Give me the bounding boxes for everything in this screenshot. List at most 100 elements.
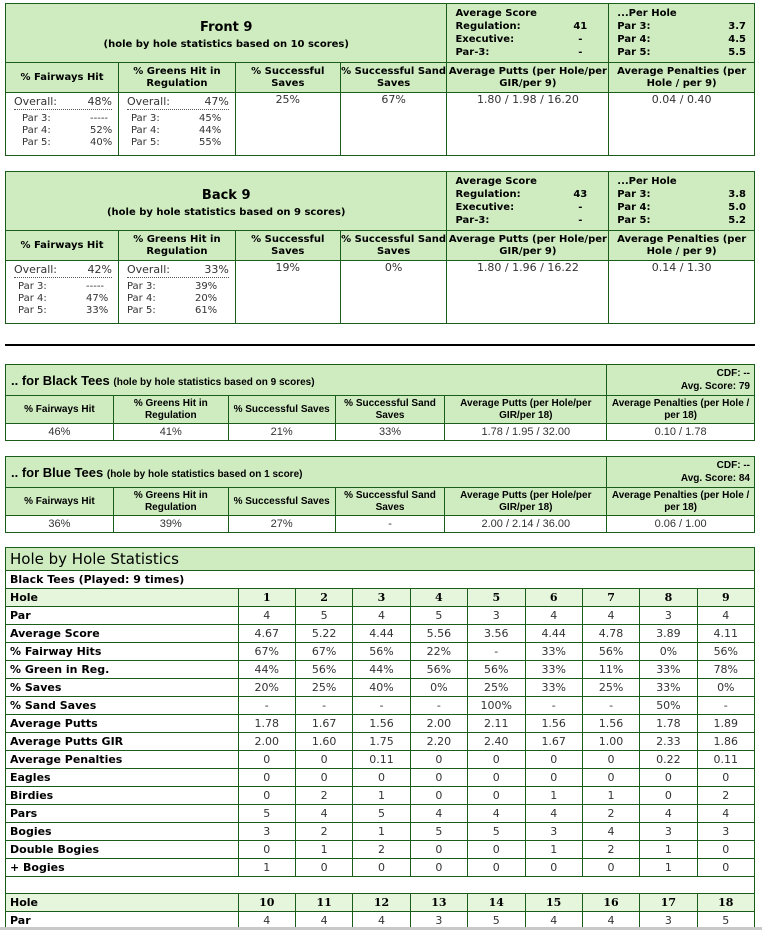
stat-value: 4 bbox=[237, 606, 296, 625]
avg-score-label: Regulation: bbox=[455, 21, 521, 32]
hole-header-label: Hole bbox=[5, 588, 239, 607]
stat-value: 33% bbox=[524, 642, 583, 661]
per-hole-label: Par 4: bbox=[617, 34, 651, 45]
per-hole-heading: ...Per Hole bbox=[617, 8, 677, 19]
stat-row: Bogies 3 2 1 5 5 3 4 3 3 bbox=[5, 822, 756, 841]
front9-sand-saves: 67% bbox=[339, 92, 448, 156]
back9-per-hole: ...Per Hole Par 3: 3.8 Par 4: 5.0 Par 5: 5.… bbox=[608, 171, 755, 231]
stat-value: 1.56 bbox=[524, 714, 583, 733]
stat-value: 0.11 bbox=[696, 750, 756, 769]
stat-label: Birdies bbox=[5, 786, 239, 805]
hole-by-hole-table: Hole by Hole Statistics Black Tees (Play… bbox=[5, 547, 756, 930]
col-header-saves: % Successful Saves bbox=[234, 230, 341, 261]
stat-value: 25% bbox=[294, 678, 354, 697]
blue-tees-penalties: 0.06 / 1.00 bbox=[606, 515, 755, 533]
stat-value: - bbox=[524, 696, 583, 715]
stat-label: Pars bbox=[5, 804, 239, 823]
stat-value: 1 bbox=[581, 786, 641, 805]
stat-value: 0 bbox=[581, 768, 641, 787]
stat-row: Par 4 5 4 5 3 4 4 3 4 bbox=[5, 606, 756, 625]
stat-value: 56% bbox=[352, 642, 411, 661]
stat-value: 0 bbox=[237, 750, 296, 769]
stat-value: 50% bbox=[639, 696, 698, 715]
front9-fairways-cell: Overall: 48% Par 3: ----- Par 4: 52% Par 5:… bbox=[5, 92, 119, 156]
hole-number: 9 bbox=[696, 588, 756, 607]
col-header-fairways: % Fairways Hit bbox=[5, 487, 114, 516]
stat-value: 0 bbox=[467, 768, 526, 787]
stat-value: 0 bbox=[294, 858, 354, 877]
stat-value: 1.00 bbox=[581, 732, 641, 751]
avg-score-value: - bbox=[578, 34, 583, 45]
stat-value: 2 bbox=[581, 804, 641, 823]
par-value: ----- bbox=[86, 281, 105, 292]
stat-value: 0 bbox=[581, 858, 641, 877]
stat-value: 0 bbox=[467, 750, 526, 769]
par-label: Par 3: bbox=[126, 281, 156, 292]
avg-score-value: 43 bbox=[573, 189, 588, 200]
back9-title: Back 9 bbox=[201, 188, 251, 203]
stat-label: Par bbox=[5, 606, 239, 625]
avg-score-value: 41 bbox=[573, 21, 588, 32]
stat-value: 0 bbox=[237, 768, 296, 787]
stat-value: 3 bbox=[237, 822, 296, 841]
col-header-greens: % Greens Hit in Regulation bbox=[112, 395, 229, 424]
hole-number: 18 bbox=[696, 893, 756, 912]
avg-score-label: Regulation: bbox=[455, 189, 521, 200]
stat-value: 1 bbox=[524, 840, 583, 859]
hole-number: 2 bbox=[294, 588, 354, 607]
stat-value: 0 bbox=[467, 858, 526, 877]
black-tees-subtitle: (hole by hole statistics based on 9 scor… bbox=[113, 376, 315, 388]
overall-value: 47% bbox=[204, 95, 229, 108]
stat-row: % Sand Saves - - - -100% - -50% - bbox=[5, 696, 756, 715]
stat-value: 67% bbox=[294, 642, 354, 661]
stat-value: 1 bbox=[352, 822, 411, 841]
spacer-row bbox=[5, 876, 755, 894]
hole-number: 3 bbox=[352, 588, 411, 607]
stat-value: 2.11 bbox=[467, 714, 526, 733]
overall-label: Overall: bbox=[14, 263, 58, 276]
stat-value: 4 bbox=[581, 822, 641, 841]
stat-value: 5 bbox=[352, 804, 411, 823]
per-hole-value: 5.2 bbox=[728, 215, 746, 226]
col-header-fairways: % Fairways Hit bbox=[5, 62, 119, 93]
col-header-penalties: Average Penalties (per Hole / per 18) bbox=[606, 487, 755, 516]
stat-value: 5 bbox=[237, 804, 296, 823]
stat-value: 4 bbox=[467, 804, 526, 823]
overall-label: Overall: bbox=[126, 263, 170, 276]
stat-value: 2.33 bbox=[639, 732, 698, 751]
stat-value: 0 bbox=[409, 840, 469, 859]
avg-score-label: Par-3: bbox=[455, 47, 490, 58]
hole-number: 6 bbox=[524, 588, 583, 607]
avg-score-value: - bbox=[578, 215, 583, 226]
front9-subtitle: (hole by hole statistics based on 10 sco… bbox=[103, 39, 349, 50]
col-header-greens: % Greens Hit in Regulation bbox=[117, 62, 236, 93]
col-header-fairways: % Fairways Hit bbox=[5, 230, 119, 261]
stat-value: 3 bbox=[639, 606, 698, 625]
col-header-putts: Average Putts (per Hole/per GIR/per 18) bbox=[444, 395, 608, 424]
col-header-sand-saves: % Successful Sand Saves bbox=[339, 230, 448, 261]
stat-value: 3 bbox=[524, 822, 583, 841]
stat-value: - bbox=[237, 696, 296, 715]
per-hole-value: 5.5 bbox=[728, 47, 746, 58]
stat-value: 1 bbox=[294, 840, 354, 859]
stat-value: 3.89 bbox=[639, 624, 698, 643]
cdf-label: CDF: -- bbox=[716, 460, 750, 471]
stat-label: % Sand Saves bbox=[5, 696, 239, 715]
stat-value: 4.44 bbox=[352, 624, 411, 643]
col-header-penalties: Average Penalties (per Hole / per 9) bbox=[608, 62, 755, 93]
blue-tees-fairways: 36% bbox=[5, 515, 114, 533]
stat-value: 4 bbox=[409, 804, 469, 823]
par-label: Par 4: bbox=[18, 293, 47, 304]
col-header-fairways: % Fairways Hit bbox=[5, 395, 114, 424]
stat-row: Average Putts GIR 2.00 1.60 1.75 2.20 2.40 1.6… bbox=[5, 732, 756, 751]
stat-value: 4 bbox=[524, 606, 583, 625]
hole-number: 1 bbox=[237, 588, 296, 607]
par-value: 33% bbox=[86, 305, 109, 316]
blue-tees-title-cell: .. for Blue Tees (hole by hole statistic… bbox=[4, 456, 608, 488]
stat-value: 0.11 bbox=[352, 750, 411, 769]
stat-value: 0 bbox=[409, 768, 469, 787]
stat-value: 33% bbox=[639, 660, 698, 679]
stat-value: 1 bbox=[524, 786, 583, 805]
col-header-sand-saves: % Successful Sand Saves bbox=[339, 62, 448, 93]
stat-row: Average Putts 1.78 1.67 1.56 2.00 2.11 1.56 1.5… bbox=[5, 714, 756, 733]
